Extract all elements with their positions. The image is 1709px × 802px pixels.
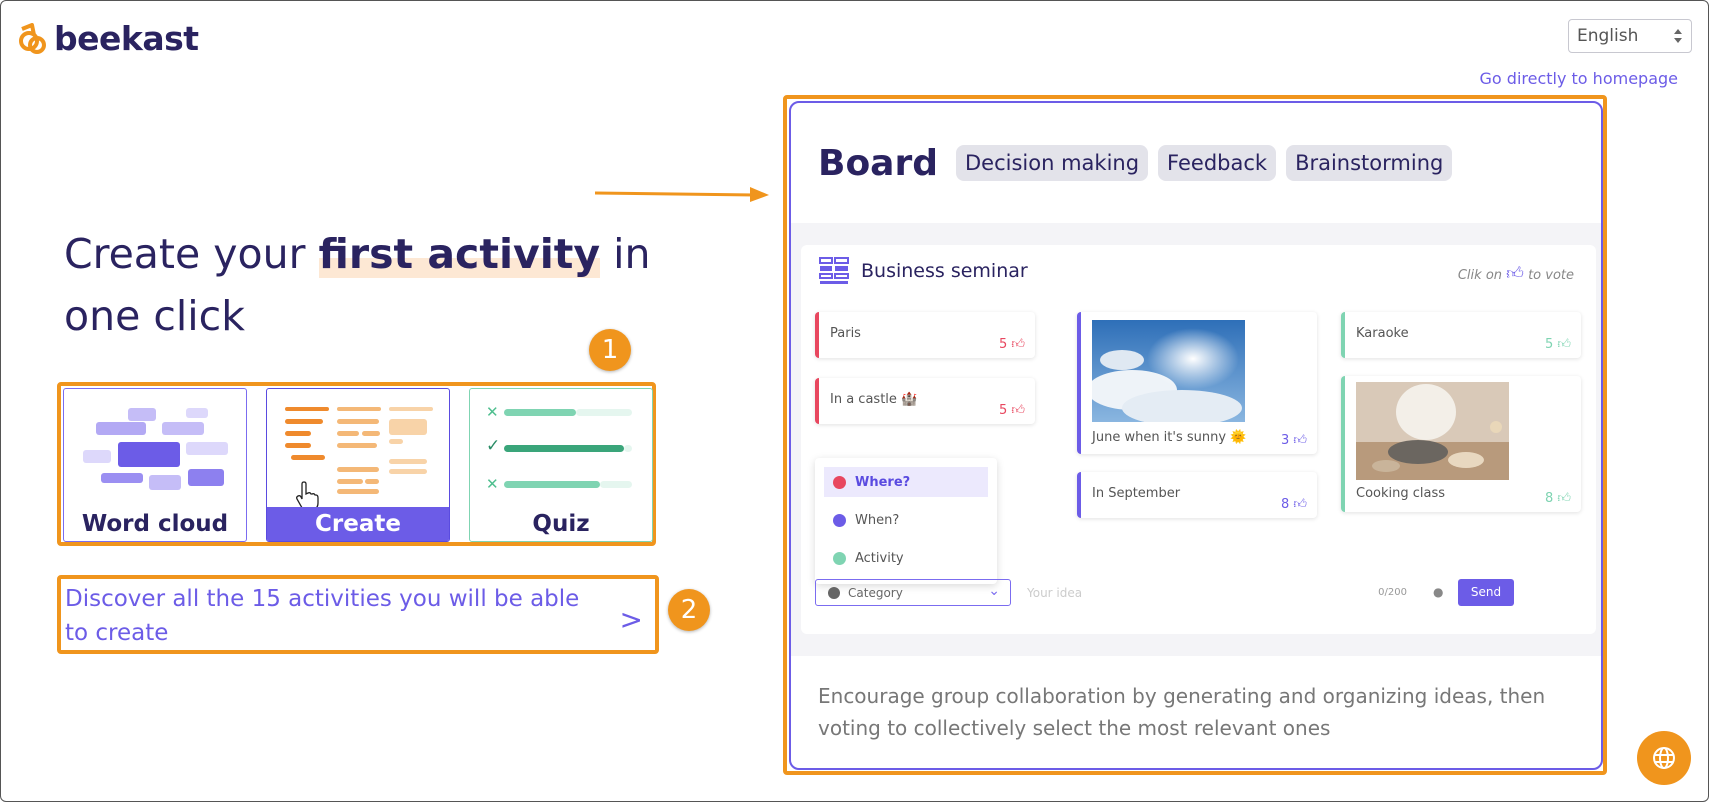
vote-count[interactable]: 5 👍︎ bbox=[999, 403, 1025, 418]
category-option-where[interactable]: Where? bbox=[824, 467, 988, 497]
category-label: Activity bbox=[855, 550, 904, 566]
vote-count[interactable]: 8 👍︎ bbox=[1281, 497, 1307, 512]
thumbs-up-icon: 👍︎ bbox=[1293, 433, 1307, 448]
language-select[interactable]: English bbox=[1568, 19, 1692, 53]
card-quiz[interactable]: ✕ ✓ ✕ Quiz bbox=[469, 388, 653, 542]
thumbs-up-icon: 👍︎ bbox=[1011, 337, 1025, 352]
cooking-class-image bbox=[1356, 382, 1509, 480]
beekast-logo-icon bbox=[19, 22, 46, 54]
note-text: Cooking class bbox=[1356, 486, 1446, 501]
thumbs-up-icon: 👍︎ bbox=[1011, 403, 1025, 418]
vote-hint: Clik on 👍︎ to vote bbox=[1458, 263, 1574, 284]
globe-icon bbox=[1653, 747, 1675, 769]
note-card[interactable]: In a castle 🏰 5 👍︎ bbox=[815, 378, 1035, 424]
board-mockup: Business seminar Clik on 👍︎ to vote Pari… bbox=[801, 245, 1596, 634]
category-option-activity[interactable]: Activity bbox=[824, 543, 1004, 573]
cross-icon: ✕ bbox=[486, 475, 499, 493]
card-create[interactable]: Create bbox=[266, 388, 450, 542]
category-option-when[interactable]: When? bbox=[824, 505, 1004, 535]
category-color-dot bbox=[833, 513, 846, 527]
board-mockup-header: Business seminar bbox=[819, 257, 1028, 285]
category-select-value: Category bbox=[848, 585, 903, 600]
board-description: Encourage group collaboration by generat… bbox=[818, 684, 1546, 740]
activity-cards: Word cloud Create ✕ ✓ ✕ Quiz bbox=[63, 388, 653, 542]
board-grid-icon bbox=[819, 257, 849, 284]
note-text: Paris bbox=[830, 326, 861, 341]
category-label: Where? bbox=[855, 474, 911, 490]
card-label: Create bbox=[267, 507, 449, 541]
char-count: 0/200 bbox=[1378, 587, 1407, 598]
vote-hint-post: to vote bbox=[1528, 268, 1574, 283]
vote-hint-pre: Clik on bbox=[1457, 268, 1503, 283]
category-select[interactable]: Category ⌄ bbox=[815, 579, 1011, 606]
board-preview-area: Business seminar Clik on 👍︎ to vote Pari… bbox=[791, 223, 1601, 656]
category-color-dot bbox=[833, 475, 846, 489]
vote-count[interactable]: 5 👍︎ bbox=[1545, 337, 1571, 352]
category-dropdown: Where? When? Activity bbox=[815, 458, 997, 584]
hero-title-highlight: first activity bbox=[318, 230, 601, 278]
note-text: In a castle 🏰 bbox=[830, 392, 918, 407]
color-drop-icon[interactable]: ● bbox=[1433, 585, 1443, 599]
step-badge-2: 2 bbox=[668, 589, 710, 631]
board-header: Board Decision making Feedback Brainstor… bbox=[791, 103, 1601, 223]
session-title: Business seminar bbox=[861, 260, 1028, 282]
chevron-down-icon: ⌄ bbox=[988, 583, 1000, 599]
note-card[interactable]: Karaoke 5 👍︎ bbox=[1341, 312, 1581, 358]
idea-placeholder: Your idea bbox=[1027, 585, 1083, 600]
thumbs-up-icon: 👍︎ bbox=[1293, 497, 1307, 512]
chevron-right-icon: > bbox=[619, 603, 643, 636]
category-label: When? bbox=[855, 512, 900, 528]
note-text: In September bbox=[1092, 486, 1181, 501]
tag-feedback: Feedback bbox=[1158, 145, 1277, 181]
vote-count[interactable]: 5 👍︎ bbox=[999, 337, 1025, 352]
category-color-dot bbox=[833, 551, 846, 565]
go-to-homepage-link[interactable]: Go directly to homepage bbox=[1480, 69, 1678, 88]
note-text: Karaoke bbox=[1356, 326, 1409, 341]
card-word-cloud[interactable]: Word cloud bbox=[63, 388, 247, 542]
pointer-arrow-icon bbox=[595, 187, 769, 202]
step-badge-1: 1 bbox=[589, 329, 631, 371]
thumbs-up-icon: 👍︎ bbox=[1506, 264, 1524, 284]
thumbs-up-icon: 👍︎ bbox=[1557, 491, 1571, 506]
note-card[interactable]: Paris 5 👍︎ bbox=[815, 312, 1035, 358]
sunny-sky-image bbox=[1092, 320, 1245, 422]
tag-brainstorming: Brainstorming bbox=[1286, 145, 1453, 181]
card-label: Word cloud bbox=[81, 511, 229, 537]
board-preview-panel: Board Decision making Feedback Brainstor… bbox=[789, 101, 1603, 770]
hero-title-part1: Create your bbox=[64, 230, 319, 278]
language-value: English bbox=[1577, 26, 1639, 46]
note-card[interactable]: In September 8 👍︎ bbox=[1077, 472, 1317, 518]
category-color-dot bbox=[828, 586, 840, 599]
idea-input[interactable]: Your idea 0/200 bbox=[1019, 579, 1417, 606]
app-window: beekast English Go directly to homepage … bbox=[0, 0, 1709, 802]
vote-count[interactable]: 3 👍︎ bbox=[1281, 433, 1307, 448]
discover-link-text: Discover all the 15 activities you will … bbox=[65, 586, 580, 646]
card-label: Quiz bbox=[532, 511, 590, 537]
vote-count[interactable]: 8 👍︎ bbox=[1545, 491, 1571, 506]
hero-title: Create your first activity in one click bbox=[64, 223, 654, 347]
cross-icon: ✕ bbox=[486, 403, 499, 421]
tag-decision-making: Decision making bbox=[956, 145, 1149, 181]
note-card-image[interactable]: Cooking class 8 👍︎ bbox=[1341, 376, 1581, 512]
board-title: Board bbox=[818, 142, 938, 184]
select-arrows-icon bbox=[1674, 29, 1682, 43]
logo-text: beekast bbox=[54, 19, 199, 58]
beekast-logo[interactable]: beekast bbox=[18, 19, 199, 58]
thumbs-up-icon: 👍︎ bbox=[1557, 337, 1571, 352]
send-button[interactable]: Send bbox=[1458, 579, 1514, 606]
note-text: June when it's sunny 🌞 bbox=[1092, 430, 1247, 445]
globe-help-button[interactable] bbox=[1637, 731, 1691, 785]
note-card-image[interactable]: June when it's sunny 🌞 3 👍︎ bbox=[1077, 312, 1317, 454]
discover-activities-link[interactable]: Discover all the 15 activities you will … bbox=[59, 579, 653, 653]
check-icon: ✓ bbox=[486, 436, 501, 456]
